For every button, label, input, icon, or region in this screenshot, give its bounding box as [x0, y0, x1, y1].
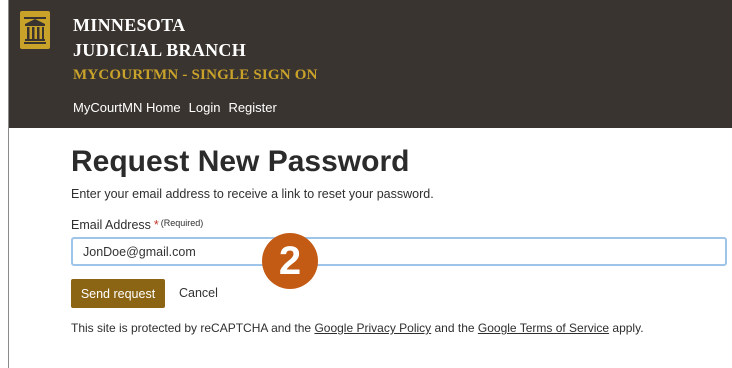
recaptcha-prefix: This site is protected by reCAPTCHA and … [71, 321, 315, 335]
step-number-badge: 2 [262, 233, 318, 289]
main-nav: MyCourtMN Home Login Register [73, 100, 277, 115]
nav-login-link[interactable]: Login [189, 100, 221, 115]
recaptcha-suffix: apply. [609, 321, 644, 335]
required-star: * [153, 218, 159, 232]
page-subtitle: Enter your email address to receive a li… [71, 187, 434, 201]
email-label-text: Email Address [71, 218, 151, 232]
send-request-button[interactable]: Send request [71, 279, 165, 308]
nav-register-link[interactable]: Register [228, 100, 276, 115]
recaptcha-middle: and the [431, 321, 478, 335]
nav-mycourtmn-home-link[interactable]: MyCourtMN Home [73, 100, 181, 115]
email-field[interactable] [71, 237, 727, 266]
google-privacy-policy-link[interactable]: Google Privacy Policy [314, 321, 431, 335]
cancel-link[interactable]: Cancel [179, 286, 218, 300]
main-content: Request New Password Enter your email ad… [71, 140, 731, 335]
email-field-label: Email Address * (Required) [71, 218, 731, 232]
brand-text: MINNESOTA JUDICIAL BRANCH MYCOURTMN - SI… [73, 13, 318, 87]
required-note: (Required) [160, 218, 204, 228]
brand-line-minnesota: MINNESOTA [73, 15, 186, 35]
page-title: Request New Password [71, 145, 410, 178]
recaptcha-notice: This site is protected by reCAPTCHA and … [71, 321, 644, 335]
window-left-edge [0, 0, 9, 368]
site-header: MINNESOTA JUDICIAL BRANCH MYCOURTMN - SI… [9, 0, 732, 128]
google-terms-of-service-link[interactable]: Google Terms of Service [478, 321, 609, 335]
brand-line-single-sign-on: MYCOURTMN - SINGLE SIGN ON [73, 67, 318, 83]
courthouse-logo-icon[interactable] [20, 11, 50, 49]
brand-line-judicial-branch: JUDICIAL BRANCH [73, 40, 247, 60]
